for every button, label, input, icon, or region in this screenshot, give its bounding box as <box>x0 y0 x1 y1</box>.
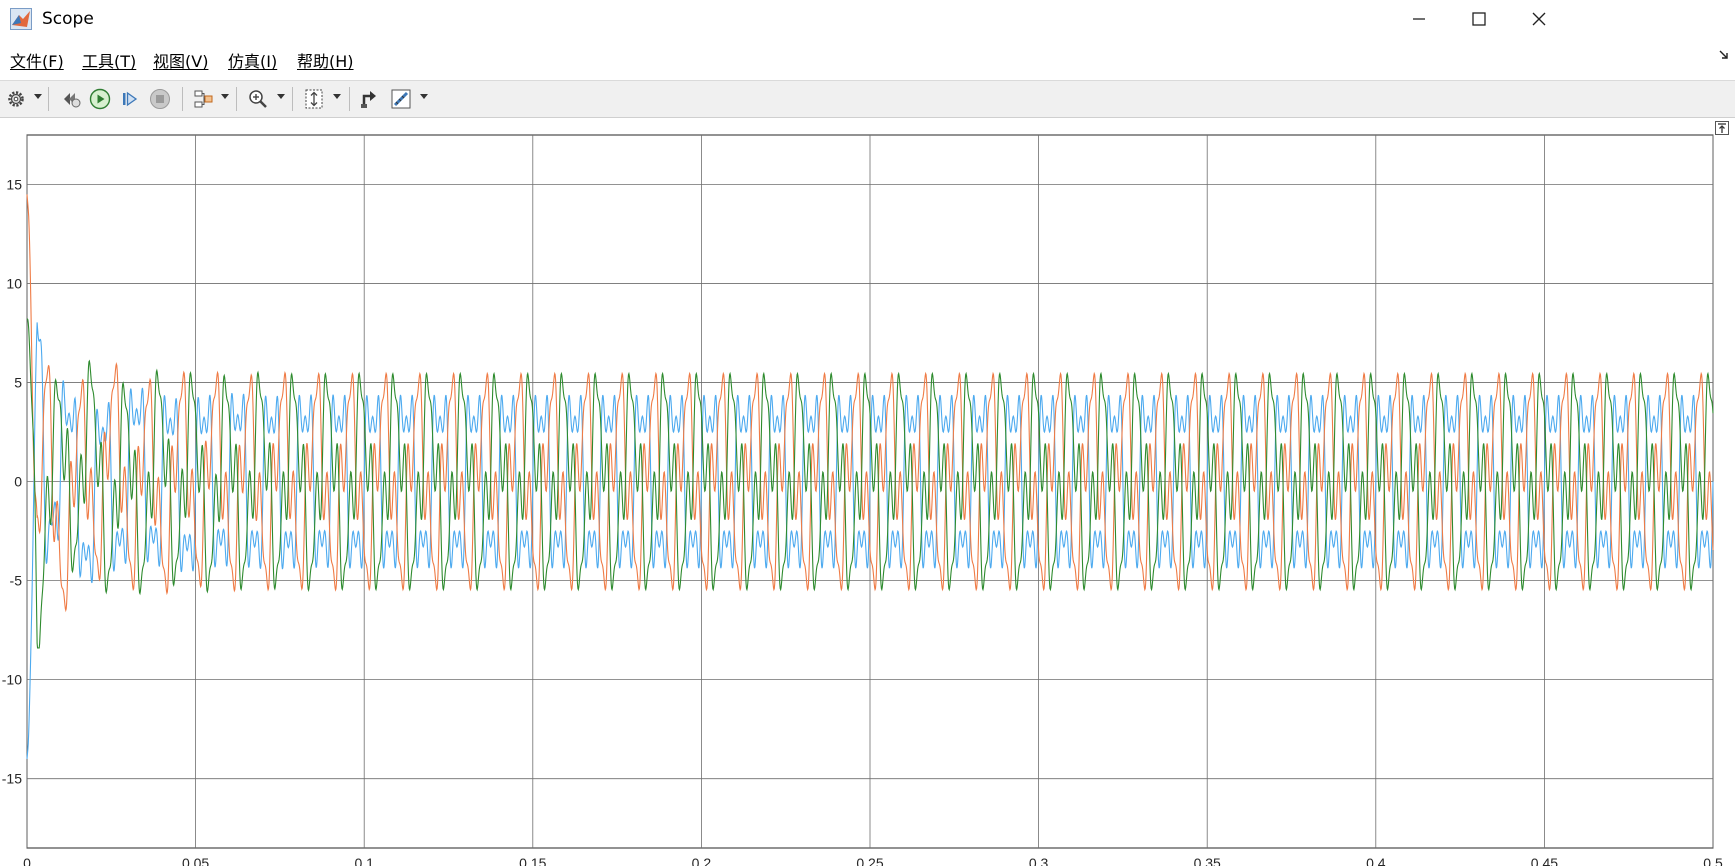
scope-plot[interactable]: 0 0.05 0.1 0.15 0.2 0.25 0.3 0.35 0.4 0.45 0.5 -15 -… <box>0 118 1735 866</box>
toolbar-separator <box>292 87 293 111</box>
highlight-block-button[interactable] <box>356 86 382 112</box>
signal-select-button[interactable] <box>190 86 216 112</box>
settings-dropdown[interactable] <box>34 94 42 99</box>
stop-icon <box>150 89 170 109</box>
toolbar-separator <box>182 87 183 111</box>
x-tick-label: 0.35 <box>1194 855 1221 866</box>
x-tick-label: 0 <box>23 855 31 866</box>
x-tick-label: 0.3 <box>1029 855 1049 866</box>
minimize-icon <box>1413 18 1425 20</box>
y-tick-label: -10 <box>2 672 22 688</box>
measurement-button[interactable] <box>388 86 414 112</box>
step-back-icon <box>64 93 81 108</box>
settings-gear-icon <box>8 91 24 107</box>
step-back-button[interactable] <box>58 86 84 112</box>
toolbar <box>0 80 1735 118</box>
x-tick-label: 0.15 <box>519 855 546 866</box>
run-button[interactable] <box>87 86 113 112</box>
maximize-icon <box>1472 12 1486 26</box>
y-tick-label: -15 <box>2 771 22 787</box>
stop-button[interactable] <box>147 86 173 112</box>
measurement-icon <box>391 89 411 109</box>
matlab-logo-icon <box>10 8 32 30</box>
scope-axes[interactable]: 0 0.05 0.1 0.15 0.2 0.25 0.3 0.35 0.4 0.45 0.5 -15 -… <box>0 118 1735 866</box>
menu-file[interactable]: 文件(F) <box>10 48 64 72</box>
settings-button[interactable] <box>3 86 29 112</box>
menu-simulation[interactable]: 仿真(I) <box>228 48 277 72</box>
signal-select-dropdown[interactable] <box>221 94 229 99</box>
window-title: Scope <box>42 9 94 29</box>
highlight-block-icon <box>361 91 376 108</box>
x-tick-label: 0.2 <box>692 855 712 866</box>
dock-arrow-icon[interactable] <box>1719 50 1729 60</box>
title-bar: Scope <box>0 0 1735 38</box>
signal-select-icon <box>194 90 213 108</box>
y-tick-label: 5 <box>14 375 22 391</box>
step-forward-icon <box>123 91 138 107</box>
step-forward-button[interactable] <box>117 86 143 112</box>
x-tick-label: 0.1 <box>354 855 374 866</box>
menu-view[interactable]: 视图(V) <box>153 48 208 72</box>
x-tick-label: 0.45 <box>1531 855 1558 866</box>
menu-help[interactable]: 帮助(H) <box>297 48 354 72</box>
x-tick-label: 0.4 <box>1366 855 1386 866</box>
y-tick-label: 15 <box>6 177 22 193</box>
autoscale-button[interactable] <box>301 86 327 112</box>
x-tick-label: 0.05 <box>182 855 209 866</box>
close-icon <box>1532 12 1546 26</box>
x-tick-label: 0.25 <box>856 855 883 866</box>
maximize-button[interactable] <box>1446 0 1512 38</box>
zoom-in-button[interactable] <box>245 86 271 112</box>
y-tick-label: 0 <box>14 474 22 490</box>
autoscale-icon <box>305 89 323 109</box>
close-button[interactable] <box>1506 0 1572 38</box>
toolbar-separator <box>236 87 237 111</box>
toolbar-separator <box>48 87 49 111</box>
measurement-dropdown[interactable] <box>420 94 428 99</box>
y-tick-label: -5 <box>10 573 23 589</box>
zoom-dropdown[interactable] <box>277 94 285 99</box>
minimize-button[interactable] <box>1386 0 1452 38</box>
toolbar-separator <box>349 87 350 111</box>
run-icon <box>89 88 111 110</box>
zoom-in-icon <box>249 90 267 108</box>
x-tick-label: 0.5 <box>1703 855 1723 866</box>
autoscale-dropdown[interactable] <box>333 94 341 99</box>
menu-bar: 文件(F) 工具(T) 视图(V) 仿真(I) 帮助(H) <box>0 44 1735 72</box>
menu-tools[interactable]: 工具(T) <box>82 48 136 72</box>
y-tick-label: 10 <box>6 276 22 292</box>
